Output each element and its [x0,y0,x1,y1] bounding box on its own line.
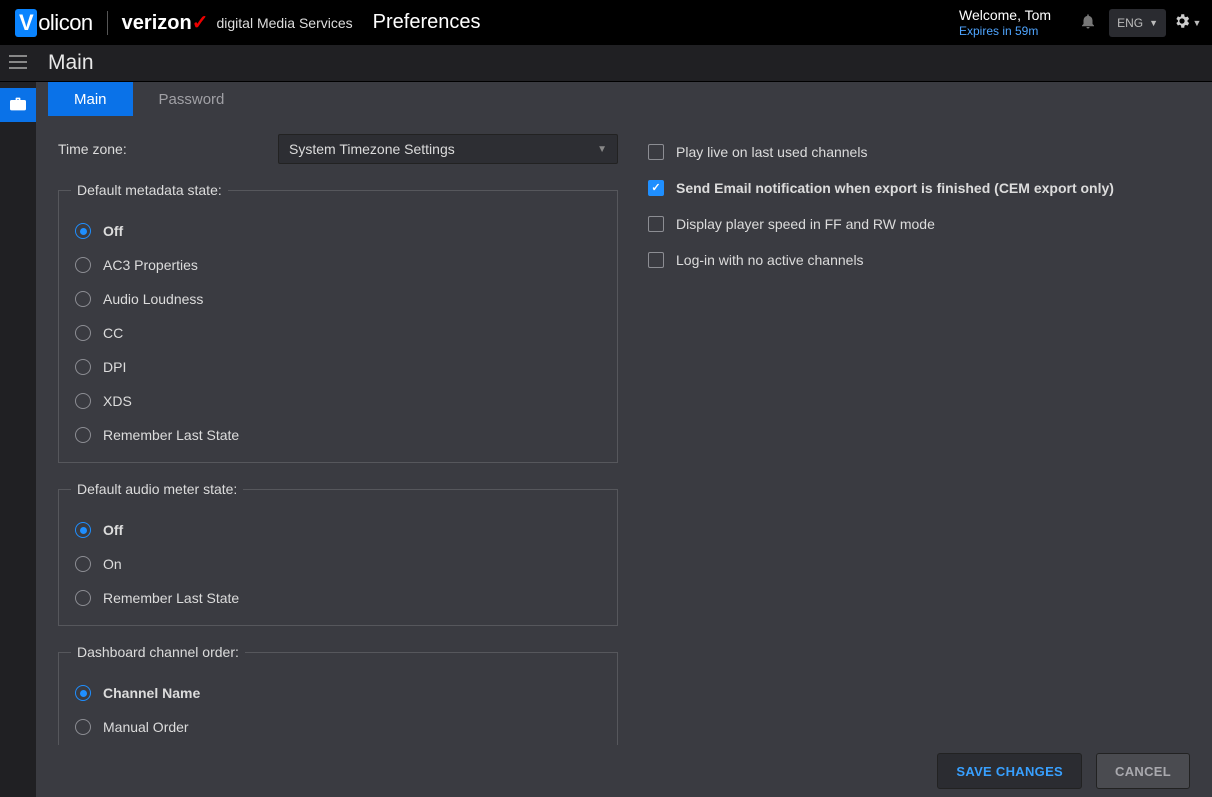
tab-main-label: Main [74,91,107,108]
group-audio-legend: Default audio meter state: [71,481,243,497]
radio-icon [75,590,91,606]
radio-label: Manual Order [103,719,189,735]
chevron-down-icon: ▼ [1149,18,1158,28]
timezone-select[interactable]: System Timezone Settings ▼ [278,134,618,164]
radio-label: DPI [103,359,126,375]
radio-icon [75,257,91,273]
save-button[interactable]: SAVE CHANGES [937,753,1082,789]
page-title: Main [48,51,94,75]
radio-label: Audio Loudness [103,291,203,307]
radio-icon [75,719,91,735]
radio-audio-2[interactable]: Remember Last State [71,581,605,615]
language-value: ENG [1117,16,1143,30]
radio-icon [75,325,91,341]
radio-icon [75,556,91,572]
verizon-check-icon: ✓ [192,10,209,35]
session-expires[interactable]: Expires in 59m [959,24,1038,38]
chevron-down-icon: ▼ [597,144,607,155]
checkbox-label: Display player speed in FF and RW mode [676,216,935,232]
sub-header: Main [0,45,1212,82]
radio-icon [75,223,91,239]
tab-password-label: Password [159,91,225,108]
logo-volicon: Volicon [15,9,93,37]
checkbox-option-1[interactable]: Send Email notification when export is f… [648,170,1194,206]
group-metadata-legend: Default metadata state: [71,182,228,198]
logo-volicon-v: V [15,9,37,37]
bell-icon [1079,12,1097,33]
radio-metadata-6[interactable]: Remember Last State [71,418,605,452]
page-title-top: Preferences [373,11,481,34]
radio-icon [75,393,91,409]
radio-dashboard-0[interactable]: Channel Name [71,676,605,710]
radio-label: On [103,556,122,572]
welcome-text: Welcome, Tom [959,7,1051,24]
radio-metadata-5[interactable]: XDS [71,384,605,418]
top-bar: Volicon verizon✓ digital Media Services … [0,0,1212,45]
logo-verizon: verizon✓ [122,10,209,35]
cancel-button-label: CANCEL [1115,764,1171,779]
radio-icon [75,427,91,443]
radio-audio-1[interactable]: On [71,547,605,581]
checkbox-icon [648,144,664,160]
radio-label: Remember Last State [103,427,239,443]
checkbox-option-2[interactable]: Display player speed in FF and RW mode [648,206,1194,242]
checkbox-label: Send Email notification when export is f… [676,180,1114,196]
radio-label: XDS [103,393,132,409]
logo-volicon-text: olicon [38,10,92,36]
radio-metadata-1[interactable]: AC3 Properties [71,248,605,282]
timezone-label: Time zone: [58,141,278,157]
radio-label: CC [103,325,123,341]
left-rail [0,82,36,797]
checkbox-icon [648,216,664,232]
welcome-block: Welcome, Tom Expires in 59m [959,7,1051,38]
radio-icon [75,359,91,375]
checkbox-label: Log-in with no active channels [676,252,864,268]
checkbox-icon [648,180,664,196]
group-metadata-state: Default metadata state: Off AC3 Propertie… [58,182,618,463]
group-audio-meter-state: Default audio meter state: Off On Remember… [58,481,618,626]
radio-icon [75,685,91,701]
timezone-row: Time zone: System Timezone Settings ▼ [58,134,618,164]
timezone-value: System Timezone Settings [289,141,455,157]
tab-main[interactable]: Main [48,82,133,116]
checkbox-icon [648,252,664,268]
group-dashboard-legend: Dashboard channel order: [71,644,245,660]
tab-password[interactable]: Password [133,82,251,116]
briefcase-icon [10,97,26,114]
logo-dms: digital Media Services [216,15,352,31]
radio-label: Channel Name [103,685,200,701]
form-area: Time zone: System Timezone Settings ▼ De… [36,116,1212,745]
menu-toggle-button[interactable] [0,45,36,81]
footer: SAVE CHANGES CANCEL [36,745,1212,797]
radio-label: Off [103,223,123,239]
gear-icon [1173,12,1191,33]
radio-metadata-3[interactable]: CC [71,316,605,350]
logo-verizon-text: verizon [122,12,192,35]
save-button-label: SAVE CHANGES [956,764,1063,779]
hamburger-icon [9,55,27,72]
checkbox-option-0[interactable]: Play live on last used channels [648,134,1194,170]
radio-label: Off [103,522,123,538]
radio-dashboard-1[interactable]: Manual Order [71,710,605,744]
radio-icon [75,291,91,307]
language-selector[interactable]: ENG ▼ [1109,9,1166,37]
checkbox-label: Play live on last used channels [676,144,867,160]
checkbox-option-3[interactable]: Log-in with no active channels [648,242,1194,278]
radio-metadata-0[interactable]: Off [71,214,605,248]
radio-metadata-4[interactable]: DPI [71,350,605,384]
radio-audio-0[interactable]: Off [71,513,605,547]
radio-icon [75,522,91,538]
cancel-button[interactable]: CANCEL [1096,753,1190,789]
logo-divider [107,11,108,35]
radio-label: AC3 Properties [103,257,198,273]
rail-item-preferences[interactable] [0,88,36,122]
chevron-down-icon: ▼ [1193,18,1202,28]
tabs: Main Password [36,82,1212,116]
radio-metadata-2[interactable]: Audio Loudness [71,282,605,316]
radio-label: Remember Last State [103,590,239,606]
group-dashboard-channel-order: Dashboard channel order: Channel Name Man… [58,644,618,745]
notifications-button[interactable] [1073,8,1103,38]
settings-menu-button[interactable]: ▼ [1172,8,1202,38]
